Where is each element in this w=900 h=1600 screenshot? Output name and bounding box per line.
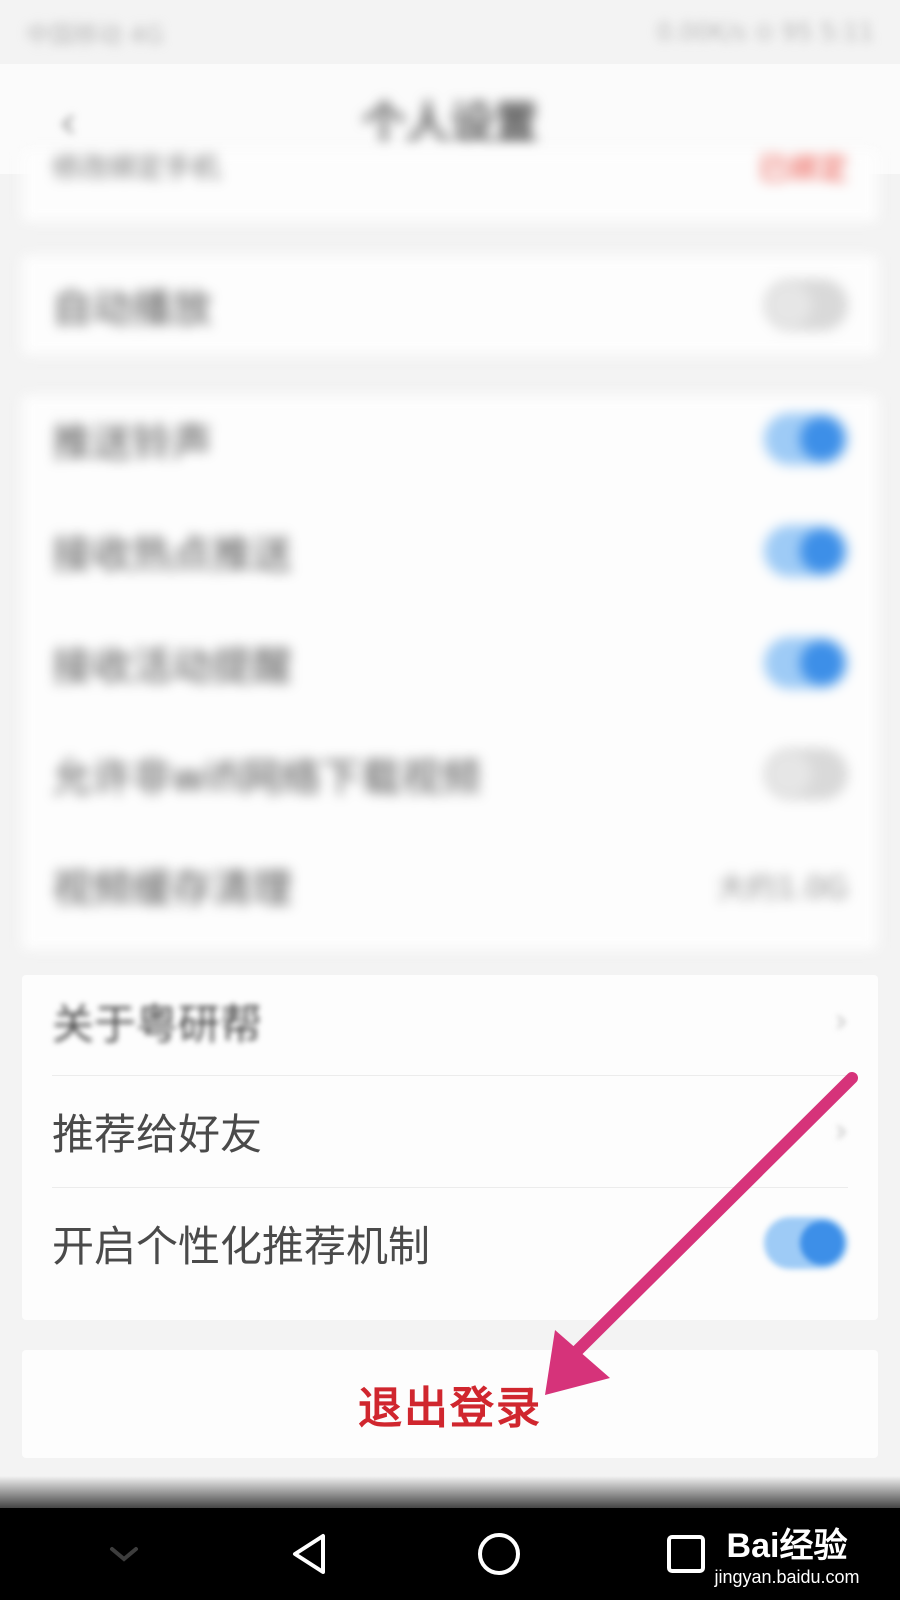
hot-push-toggle[interactable]: [764, 525, 848, 577]
back-nav-button[interactable]: [266, 1514, 356, 1594]
about-card: 关于粤研帮 › 推荐给好友 › 开启个性化推荐机制: [22, 975, 878, 1320]
toggle-knob: [768, 283, 812, 327]
recommend-friend-label: 推荐给好友: [52, 1109, 263, 1159]
status-icons: 0.00K/s ⊙ 95 5:11: [657, 18, 874, 46]
autoplay-label: 自动播放: [52, 286, 212, 332]
autoplay-card: 自动播放: [22, 255, 878, 355]
logout-card: 退出登录: [22, 1350, 878, 1458]
video-cache-value: 大约1.0G: [717, 871, 848, 906]
hot-push-label: 接收热点推送: [52, 532, 292, 578]
autoplay-row[interactable]: 自动播放: [22, 249, 878, 361]
recommend-friend-row[interactable]: 推荐给好友 ›: [22, 1075, 878, 1187]
video-cache-row[interactable]: 视频缓存清理 大约1.0G: [22, 829, 878, 941]
notification-card: 推送铃声 接收热点推送 接收活动提醒 允许非wifi网络下载视频 视频缓存清理 …: [22, 395, 878, 950]
toggle-knob: [800, 641, 844, 685]
watermark-logo: Bai经验: [726, 1527, 848, 1565]
toggle-knob: [800, 1221, 844, 1265]
personalized-recommend-toggle[interactable]: [764, 1217, 848, 1269]
ringtone-row[interactable]: 推送铃声: [22, 383, 878, 495]
activity-reminder-toggle[interactable]: [764, 637, 848, 689]
home-nav-button[interactable]: [454, 1514, 544, 1594]
non-wifi-download-toggle[interactable]: [764, 748, 848, 800]
activity-reminder-label: 接收活动提醒: [52, 644, 292, 690]
about-row[interactable]: 关于粤研帮 ›: [22, 965, 878, 1077]
chevron-down-icon: [109, 1547, 138, 1562]
chevron-right-icon: ›: [834, 1001, 848, 1041]
ringtone-toggle[interactable]: [764, 413, 848, 465]
bound-phone-row[interactable]: 修改绑定手机 已绑定: [22, 130, 878, 202]
bound-phone-value: 已绑定: [758, 152, 848, 187]
hot-push-row[interactable]: 接收热点推送: [22, 495, 878, 607]
status-bar: 中国移动 4G 0.00K/s ⊙ 95 5:11: [0, 0, 900, 64]
autoplay-toggle[interactable]: [764, 279, 848, 331]
toggle-knob: [800, 417, 844, 461]
watermark-url: jingyan.baidu.com: [714, 1567, 860, 1587]
non-wifi-download-label: 允许非wifi网络下载视频: [52, 755, 482, 801]
carrier-label: 中国移动 4G: [26, 20, 164, 49]
personalized-recommend-row[interactable]: 开启个性化推荐机制: [22, 1187, 878, 1299]
video-cache-label: 视频缓存清理: [52, 866, 292, 912]
non-wifi-download-row[interactable]: 允许非wifi网络下载视频: [22, 718, 878, 830]
nav-shadow: [0, 1476, 900, 1510]
activity-reminder-row[interactable]: 接收活动提醒: [22, 607, 878, 719]
ringtone-label: 推送铃声: [52, 420, 212, 466]
bound-phone-label: 修改绑定手机: [52, 151, 221, 184]
home-circle-icon: [477, 1533, 520, 1575]
baidu-jingyan-watermark: Bai经验 jingyan.baidu.com: [692, 1510, 882, 1596]
top-row-card: 修改绑定手机 已绑定: [22, 150, 878, 222]
hide-nav-button[interactable]: [79, 1514, 169, 1594]
personalized-recommend-label: 开启个性化推荐机制: [52, 1221, 431, 1271]
back-triangle-icon: [293, 1534, 326, 1574]
logout-button[interactable]: 退出登录: [22, 1350, 878, 1458]
chevron-right-icon: ›: [834, 1111, 848, 1151]
toggle-knob: [800, 529, 844, 573]
toggle-knob: [768, 752, 812, 796]
about-label: 关于粤研帮: [52, 999, 263, 1049]
status-right: 0.00K/s ⊙ 95 5:11: [656, 18, 874, 46]
